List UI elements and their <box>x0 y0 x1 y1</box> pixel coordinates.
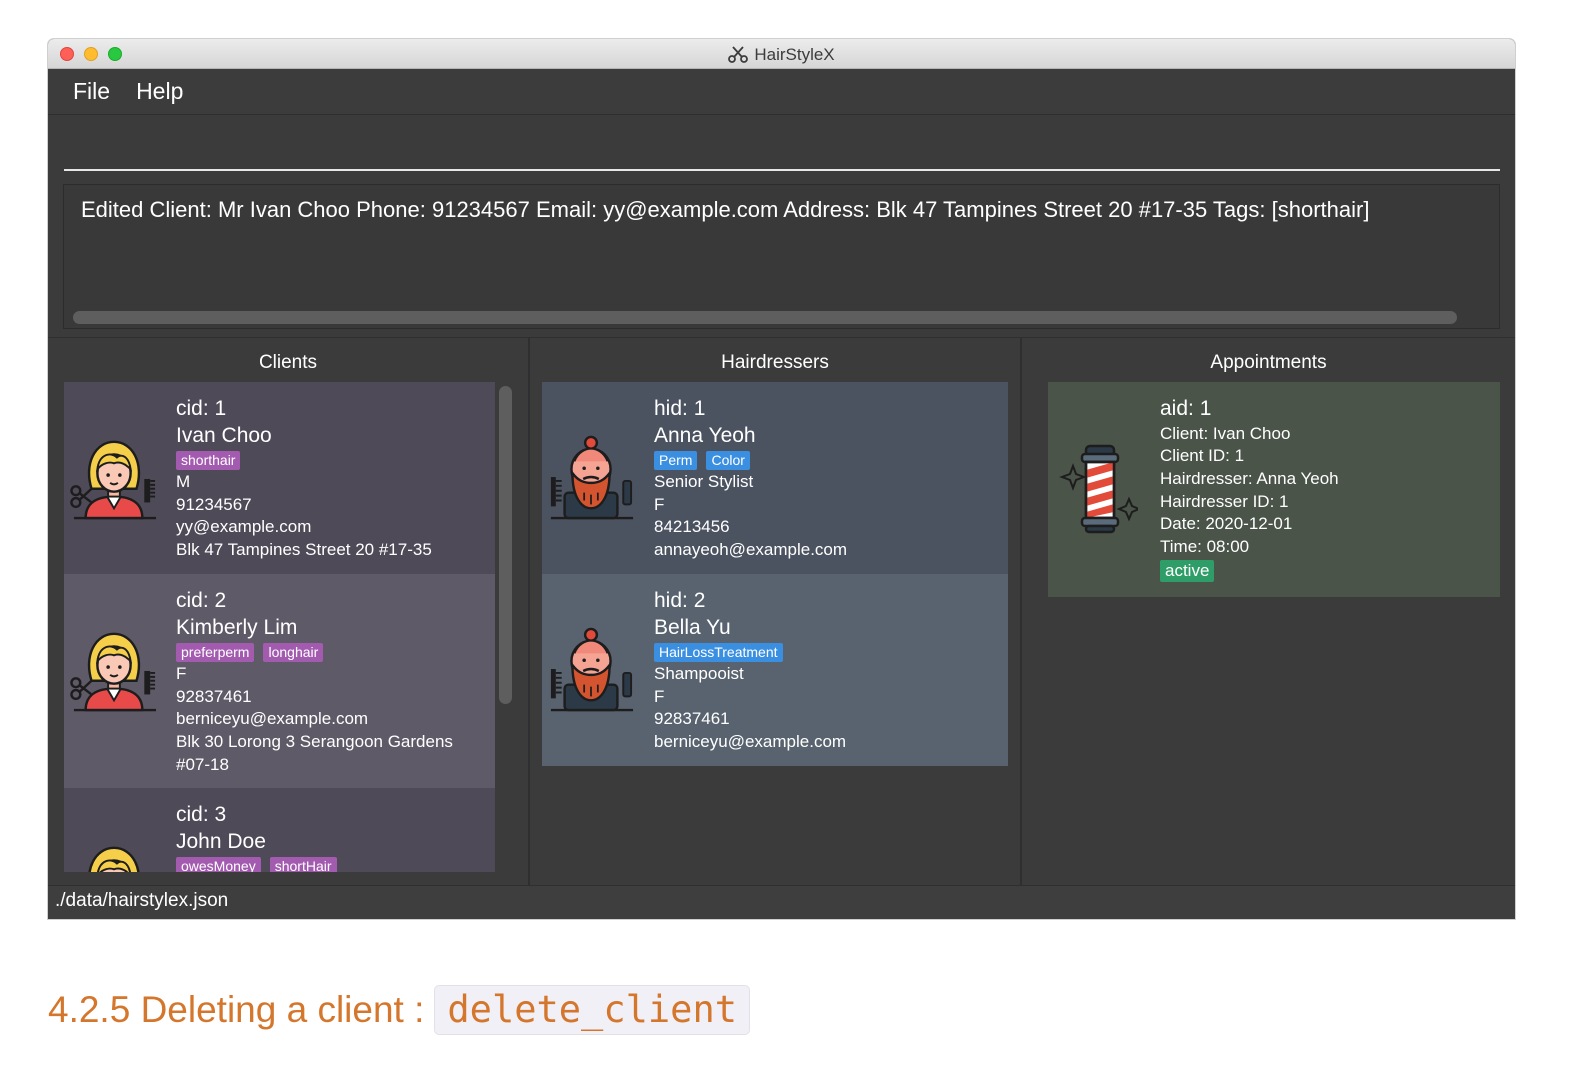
menu-help[interactable]: Help <box>136 78 183 105</box>
client-name: John Doe <box>176 829 266 853</box>
hairdresser-title: Senior Stylist <box>654 472 754 491</box>
appointment-status-tags: active <box>1160 559 1339 583</box>
client-tag: owesMoney <box>176 856 261 872</box>
client-tag: longhair <box>263 642 324 662</box>
client-avatar-icon <box>70 626 158 714</box>
client-tags: owesMoney shortHair <box>176 855 337 872</box>
hairdresser-avatar-icon <box>547 434 635 522</box>
hairdressers-panel-title: Hairdressers <box>721 352 829 373</box>
client-card[interactable]: cid: 2 Kimberly Lim preferperm longhair … <box>64 574 495 788</box>
result-text: Edited Client: Mr Ivan Choo Phone: 91234… <box>81 197 1370 222</box>
hairdresser-tag: Color <box>706 450 750 470</box>
client-address-line2: #07-18 <box>176 754 229 774</box>
client-avatar-icon <box>70 840 158 872</box>
hairdresser-id: hid: 1 <box>654 397 706 420</box>
appointment-client-id: Client ID: 1 <box>1160 446 1245 466</box>
appointment-hairdresser: Hairdresser: Anna Yeoh <box>1160 468 1339 488</box>
appointments-list[interactable]: aid: 1 Client: Ivan Choo Client ID: 1 Ha… <box>1048 382 1500 872</box>
hairdresser-gender: F <box>654 494 665 514</box>
menu-bar: File Help <box>48 69 1515 115</box>
barber-pole-icon <box>1058 444 1138 534</box>
status-bar: ./data/hairstylex.json <box>48 885 1515 919</box>
hairdresser-name: Bella Yu <box>654 615 731 639</box>
hairdresser-phone: 84213456 <box>654 517 730 537</box>
client-tag: shortHair <box>269 856 337 872</box>
clients-panel-title: Clients <box>258 352 318 373</box>
client-phone: 91234567 <box>176 494 252 514</box>
hairdresser-card[interactable]: hid: 2 Bella Yu HairLossTreatment Shampo… <box>542 574 1008 766</box>
appointment-id: aid: 1 <box>1160 397 1212 420</box>
client-card-body: cid: 1 Ivan Choo shorthair M 91234567 yy… <box>176 396 432 562</box>
hairdresser-avatar-icon <box>547 626 635 714</box>
client-avatar-icon <box>70 434 158 522</box>
hairdresser-card-body: hid: 1 Anna Yeoh Perm Color Senior Styli… <box>654 396 847 562</box>
client-id: cid: 2 <box>176 589 227 612</box>
client-card-body: cid: 3 John Doe owesMoney shortHair <box>176 802 337 872</box>
hairdresser-tags: HairLossTreatment <box>654 641 846 663</box>
client-gender: F <box>176 664 187 683</box>
clients-vertical-scrollbar[interactable] <box>499 386 512 704</box>
client-id: cid: 3 <box>176 803 227 826</box>
hairdresser-title: Shampooist <box>654 664 744 683</box>
appointment-card[interactable]: aid: 1 Client: Ivan Choo Client ID: 1 Ha… <box>1048 382 1500 597</box>
hairdresser-tag: HairLossTreatment <box>654 642 783 662</box>
client-email: yy@example.com <box>176 517 312 537</box>
appointment-time: Time: 08:00 <box>1160 537 1250 557</box>
client-tag: shorthair <box>176 450 241 470</box>
doc-heading: 4.2.5 Deleting a client : delete_client <box>48 985 750 1035</box>
hairdresser-gender: F <box>654 686 665 706</box>
window-title: HairStyleX <box>48 45 1515 65</box>
hairdresser-id: hid: 2 <box>654 589 706 612</box>
client-id: cid: 1 <box>176 397 227 420</box>
appointment-date: Date: 2020-12-01 <box>1160 514 1293 534</box>
clients-list[interactable]: cid: 1 Ivan Choo shorthair M 91234567 yy… <box>64 382 495 872</box>
hairdresser-card-body: hid: 2 Bella Yu HairLossTreatment Shampo… <box>654 588 846 754</box>
client-email: berniceyu@example.com <box>176 709 369 729</box>
result-horizontal-scrollbar[interactable] <box>73 311 1457 324</box>
result-display[interactable]: Edited Client: Mr Ivan Choo Phone: 91234… <box>63 184 1500 329</box>
client-tags: preferperm longhair <box>176 641 453 663</box>
appointments-panel-title: Appointments <box>1210 352 1327 373</box>
client-address: Blk 47 Tampines Street 20 #17-35 <box>176 540 432 560</box>
client-name: Kimberly Lim <box>176 615 298 639</box>
hairdresser-name: Anna Yeoh <box>654 423 756 447</box>
appointment-card-body: aid: 1 Client: Ivan Choo Client ID: 1 Ha… <box>1160 396 1339 583</box>
appointment-hairdresser-id: Hairdresser ID: 1 <box>1160 491 1289 511</box>
hairdresser-tags: Perm Color <box>654 449 847 471</box>
hairdresser-email: berniceyu@example.com <box>654 732 847 752</box>
client-tag: preferperm <box>176 642 255 662</box>
client-card[interactable]: cid: 1 Ivan Choo shorthair M 91234567 yy… <box>64 382 495 574</box>
hairdressers-panel: Hairdressers hid: 1 Anna Yeoh Perm Color… <box>530 338 1020 886</box>
hairdresser-email: annayeoh@example.com <box>654 540 848 560</box>
menu-file[interactable]: File <box>73 78 110 105</box>
client-phone: 92837461 <box>176 686 252 706</box>
hairdressers-list[interactable]: hid: 1 Anna Yeoh Perm Color Senior Styli… <box>542 382 1008 872</box>
doc-heading-code: delete_client <box>434 985 750 1035</box>
scissors-icon <box>728 46 749 63</box>
command-input[interactable] <box>64 131 1500 171</box>
appointment-client: Client: Ivan Choo <box>1160 423 1291 443</box>
client-name: Ivan Choo <box>176 423 272 447</box>
app-window: HairStyleX File Help Edited Client: Mr I… <box>48 39 1515 919</box>
hairdresser-card[interactable]: hid: 1 Anna Yeoh Perm Color Senior Styli… <box>542 382 1008 574</box>
panels-area: Clients cid: 1 Ivan Choo shorthair M 912… <box>48 337 1515 886</box>
client-card[interactable]: cid: 3 John Doe owesMoney shortHair <box>64 788 495 872</box>
client-address: Blk 30 Lorong 3 Serangoon Gardens <box>176 732 453 752</box>
hairdresser-tag: Perm <box>654 450 698 470</box>
client-tags: shorthair <box>176 449 432 471</box>
appointments-panel: Appointments aid: 1 Client: Ivan Choo Cl… <box>1022 338 1515 886</box>
appointment-status-badge: active <box>1160 559 1215 582</box>
client-card-body: cid: 2 Kimberly Lim preferperm longhair … <box>176 588 453 777</box>
title-bar: HairStyleX <box>48 39 1515 69</box>
clients-panel: Clients cid: 1 Ivan Choo shorthair M 912… <box>48 338 528 886</box>
doc-heading-text: 4.2.5 Deleting a client : <box>48 989 425 1030</box>
client-gender: M <box>176 472 191 491</box>
window-title-text: HairStyleX <box>754 45 835 64</box>
hairdresser-phone: 92837461 <box>654 709 730 729</box>
